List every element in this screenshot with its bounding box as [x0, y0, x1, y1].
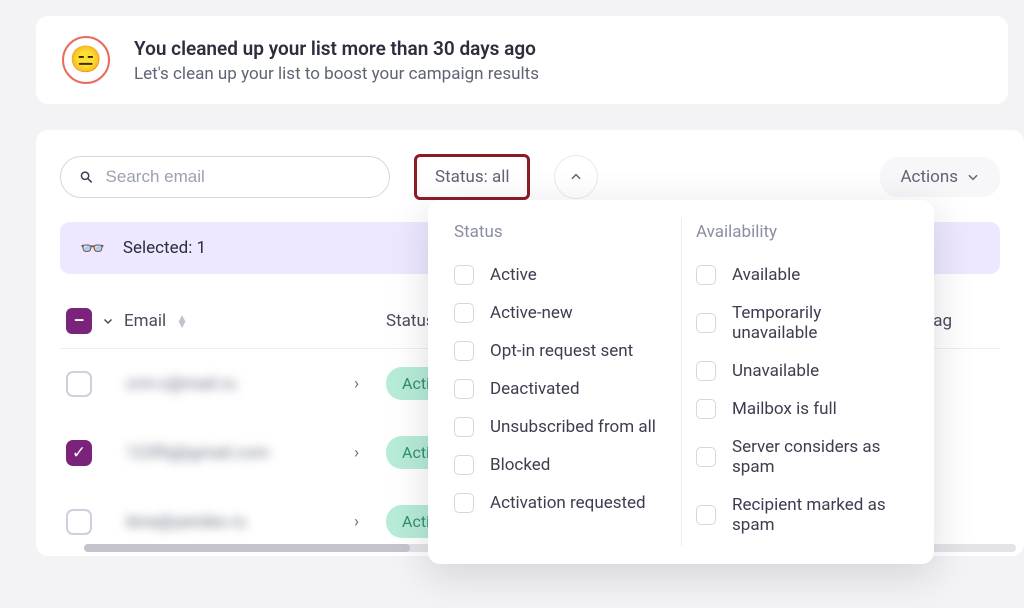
status-option[interactable]: Unsubscribed from all	[454, 408, 666, 446]
chevron-up-icon	[569, 170, 583, 184]
email-cell[interactable]: 123fhj@gmail.com	[126, 443, 346, 463]
status-option[interactable]: Active-new	[454, 294, 666, 332]
option-label: Unsubscribed from all	[490, 417, 656, 437]
expand-chevron-icon[interactable]: ›	[354, 374, 378, 394]
availability-option[interactable]: Recipient marked as spam	[696, 486, 908, 544]
checkbox-icon	[454, 417, 474, 437]
search-input-wrap[interactable]	[60, 156, 390, 198]
email-cell[interactable]: lena@yandex.ru	[126, 512, 346, 532]
status-option[interactable]: Blocked	[454, 446, 666, 484]
select-all-checkbox[interactable]: –	[66, 308, 92, 334]
checkbox-icon	[696, 265, 716, 285]
checkbox-icon	[696, 361, 716, 381]
actions-menu-button[interactable]: Actions	[880, 157, 1000, 197]
option-label: Mailbox is full	[732, 399, 837, 419]
binoculars-icon: 👓	[80, 236, 105, 260]
option-label: Deactivated	[490, 379, 580, 399]
option-label: Active-new	[490, 303, 573, 323]
option-label: Recipient marked as spam	[732, 495, 908, 535]
checkbox-icon	[454, 265, 474, 285]
expand-chevron-icon[interactable]: ›	[354, 512, 378, 532]
availability-column: Availability Available Temporarily unavai…	[696, 222, 908, 544]
option-label: Unavailable	[732, 361, 819, 381]
option-label: Active	[490, 265, 537, 285]
availability-option[interactable]: Server considers as spam	[696, 428, 908, 486]
availability-option[interactable]: Available	[696, 256, 908, 294]
row-checkbox[interactable]	[66, 371, 92, 397]
option-label: Blocked	[490, 455, 550, 475]
search-input[interactable]	[106, 167, 371, 187]
status-collapse-button[interactable]	[554, 155, 598, 199]
status-option[interactable]: Activation requested	[454, 484, 666, 522]
checkbox-icon	[454, 303, 474, 323]
chevron-down-icon[interactable]	[102, 315, 114, 327]
availability-option[interactable]: Temporarily unavailable	[696, 294, 908, 352]
selected-count: Selected: 1	[123, 238, 206, 258]
email-cell[interactable]: crm-z@mail.ru	[126, 374, 346, 394]
status-filter-dropdown: Status Active Active-new Opt-in request se…	[428, 200, 934, 564]
option-label: Activation requested	[490, 493, 646, 513]
status-option[interactable]: Deactivated	[454, 370, 666, 408]
cleanup-banner: 😑 You cleaned up your list more than 30 …	[36, 16, 1008, 104]
row-checkbox[interactable]	[66, 509, 92, 535]
status-header: Status	[454, 222, 666, 242]
banner-text: You cleaned up your list more than 30 da…	[134, 37, 539, 84]
option-label: Server considers as spam	[732, 437, 908, 477]
status-option[interactable]: Opt-in request sent	[454, 332, 666, 370]
checkbox-icon	[454, 379, 474, 399]
availability-header: Availability	[696, 222, 908, 242]
col-email[interactable]: Email	[124, 311, 166, 331]
checkbox-icon	[454, 493, 474, 513]
availability-option[interactable]: Unavailable	[696, 352, 908, 390]
col-tags[interactable]: Tag	[924, 311, 994, 331]
checkbox-icon	[454, 341, 474, 361]
toolbar: Status: all Actions	[60, 154, 1000, 200]
row-checkbox[interactable]: ✓	[66, 440, 92, 466]
status-option[interactable]: Active	[454, 256, 666, 294]
banner-emoji-icon: 😑	[62, 36, 110, 84]
availability-option[interactable]: Mailbox is full	[696, 390, 908, 428]
chevron-down-icon	[966, 170, 980, 184]
search-icon	[79, 169, 94, 185]
sort-icon[interactable]: ▲▼	[176, 315, 188, 327]
banner-subtitle: Let's clean up your list to boost your c…	[134, 64, 539, 84]
option-label: Temporarily unavailable	[732, 303, 908, 343]
status-column: Status Active Active-new Opt-in request se…	[454, 222, 666, 544]
checkbox-icon	[454, 455, 474, 475]
expand-chevron-icon[interactable]: ›	[354, 443, 378, 463]
checkbox-icon	[696, 505, 716, 525]
option-label: Available	[732, 265, 800, 285]
option-label: Opt-in request sent	[490, 341, 633, 361]
contacts-panel: Status: all Actions 👓 Selected: 1 – Emai…	[36, 130, 1024, 556]
banner-title: You cleaned up your list more than 30 da…	[134, 37, 539, 60]
checkbox-icon	[696, 313, 716, 333]
actions-label: Actions	[900, 167, 958, 187]
checkbox-icon	[696, 447, 716, 467]
checkbox-icon	[696, 399, 716, 419]
status-filter-button[interactable]: Status: all	[414, 154, 530, 200]
